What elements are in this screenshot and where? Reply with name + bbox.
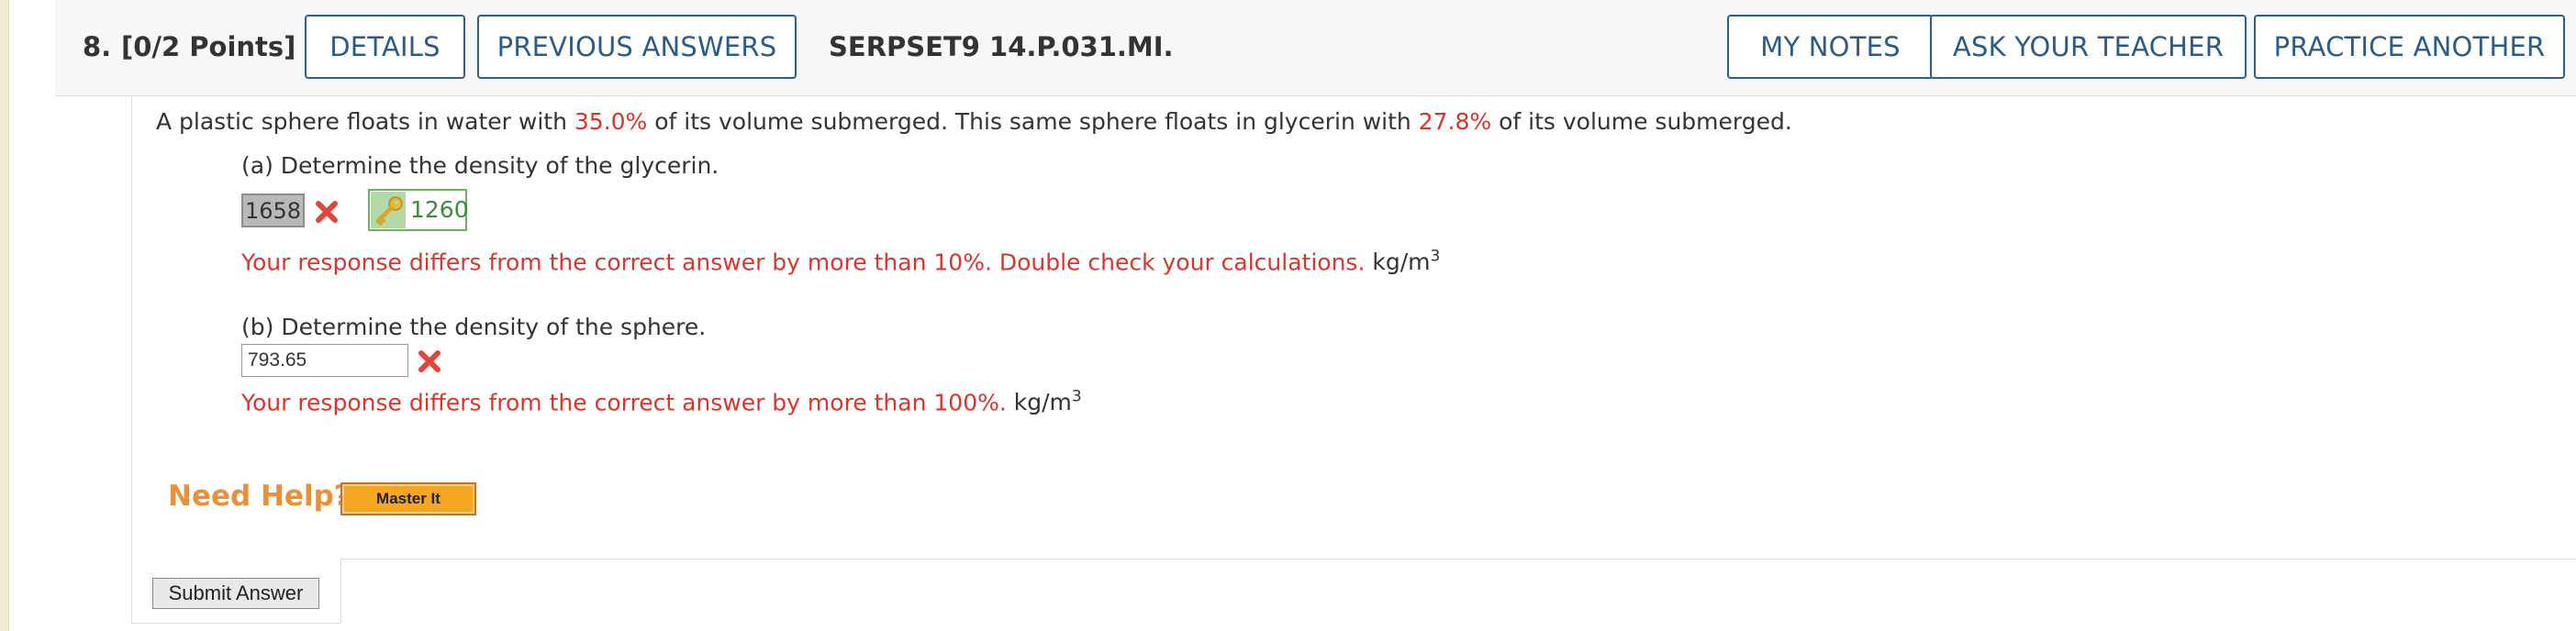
glycerin-percentage: 27.8% [1418, 108, 1492, 135]
ask-your-teacher-button[interactable]: ASK YOUR TEACHER [1930, 15, 2247, 79]
part-b-feedback: Your response differs from the correct a… [241, 389, 1007, 416]
part-b-unit-base: kg/m [1013, 389, 1072, 416]
water-percentage: 35.0% [574, 108, 648, 135]
part-a-prompt: (a) Determine the density of the glyceri… [241, 152, 719, 179]
part-a-unit: kg/m3 [1372, 248, 1441, 276]
part-a-unit-base: kg/m [1372, 249, 1431, 276]
part-a-feedback-line: Your response differs from the correct a… [241, 248, 1440, 275]
master-it-button[interactable]: Master It [340, 482, 476, 515]
part-b-unit: kg/m3 [1013, 388, 1082, 416]
part-a-answer-field: 1658 [241, 194, 305, 227]
x-mark-icon [316, 201, 338, 223]
statement-text-3: of its volume submerged. [1491, 108, 1792, 135]
part-b-unit-exponent: 3 [1071, 388, 1082, 406]
question-header: 8. [0/2 Points] DETAILS PREVIOUS ANSWERS… [55, 0, 2576, 96]
previous-answers-button[interactable]: PREVIOUS ANSWERS [477, 15, 797, 79]
key-icon [371, 192, 406, 228]
x-mark-icon [418, 350, 440, 372]
card-border-bottom [131, 623, 340, 624]
card-border-left [131, 95, 132, 624]
part-a-correct-value: 1260 [410, 196, 469, 223]
part-b-feedback-line: Your response differs from the correct a… [241, 388, 1082, 415]
my-notes-button[interactable]: MY NOTES [1727, 15, 1934, 79]
submit-answer-button[interactable]: Submit Answer [152, 578, 319, 609]
left-margin-strip [0, 0, 9, 631]
practice-another-button[interactable]: PRACTICE ANOTHER [2254, 15, 2565, 79]
card-border-inner [340, 559, 341, 623]
question-points: [0/2 Points] [121, 31, 296, 62]
details-button[interactable]: DETAILS [305, 15, 465, 79]
statement-text-2: of its volume submerged. This same spher… [647, 108, 1419, 135]
part-b-answer-input[interactable] [241, 344, 408, 377]
part-b-prompt: (b) Determine the density of the sphere. [241, 314, 707, 340]
statement-text-1: A plastic sphere floats in water with [156, 108, 574, 135]
part-a-correct-answer: 1260 [368, 189, 469, 231]
problem-code: SERPSET9 14.P.031.MI. [829, 31, 1174, 62]
need-help-label: Need Help? [168, 480, 351, 513]
problem-statement: A plastic sphere floats in water with 35… [156, 108, 1792, 135]
question-number: 8. [83, 31, 112, 62]
part-a-feedback: Your response differs from the correct a… [241, 249, 1366, 276]
part-a-unit-exponent: 3 [1430, 248, 1441, 266]
